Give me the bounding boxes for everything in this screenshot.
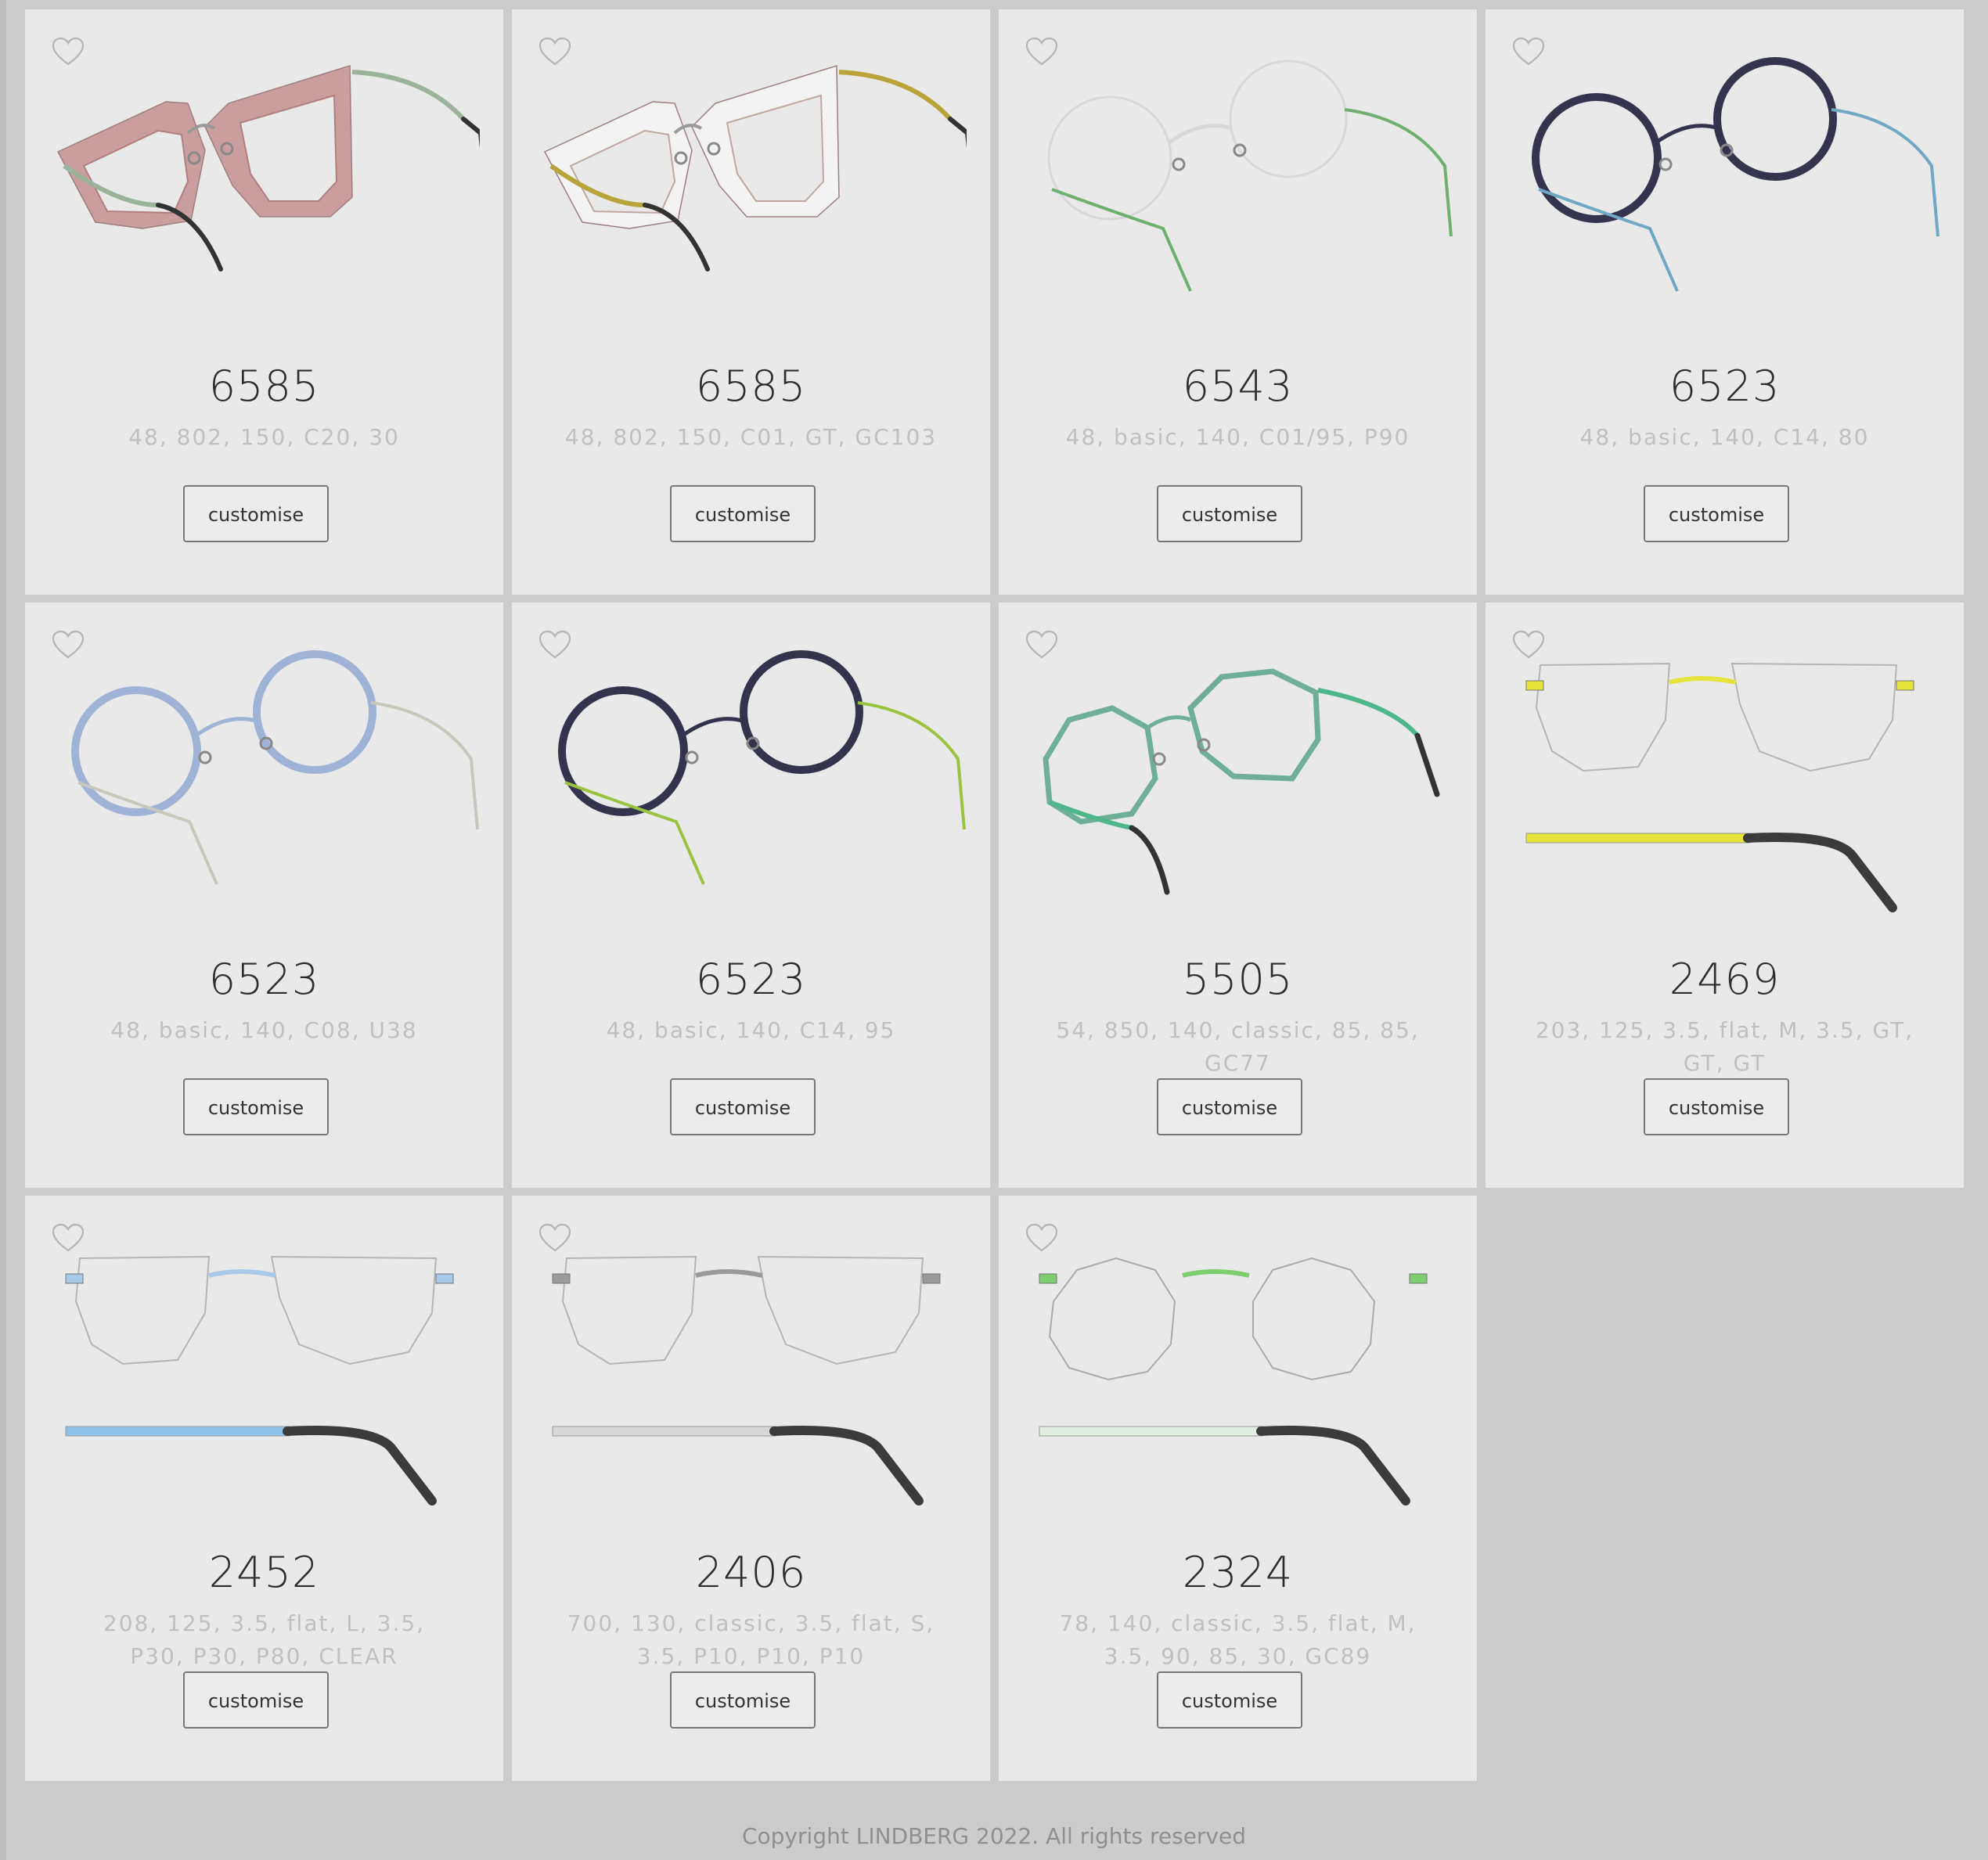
product-specs: 700, 130, classic, 3.5, flat, S, 3.5, P1… xyxy=(567,1610,935,1669)
glasses-frame-image[interactable] xyxy=(49,41,480,338)
customise-button[interactable]: customise xyxy=(1157,1671,1302,1729)
product-card[interactable]: 2452 208, 125, 3.5, flat, L, 3.5, P30, P… xyxy=(25,1196,503,1781)
product-specs: 78, 140, classic, 3.5, flat, M, 3.5, 90,… xyxy=(1059,1610,1417,1669)
product-card[interactable]: 2469 203, 125, 3.5, flat, M, 3.5, GT, GT… xyxy=(1486,603,1964,1188)
customise-button[interactable]: customise xyxy=(670,1078,816,1135)
customise-button[interactable]: customise xyxy=(1157,1078,1302,1135)
product-card[interactable]: 6543 48, basic, 140, C01/95, P90 customi… xyxy=(999,9,1477,595)
customise-button[interactable]: customise xyxy=(1644,1078,1789,1135)
product-card[interactable]: 2406 700, 130, classic, 3.5, flat, S, 3.… xyxy=(512,1196,990,1781)
glasses-frame-image[interactable] xyxy=(49,1227,480,1524)
customise-button[interactable]: customise xyxy=(1157,485,1302,542)
glasses-frame-image[interactable] xyxy=(1022,634,1453,931)
product-card[interactable]: 6585 48, 802, 150, C20, 30 customise xyxy=(25,9,503,595)
product-grid: 6585 48, 802, 150, C20, 30 customise 658… xyxy=(0,0,1988,1800)
footer-copyright: Copyright LINDBERG 2022. All rights rese… xyxy=(742,1823,1246,1849)
customise-button[interactable]: customise xyxy=(670,1671,816,1729)
product-model-number: 6543 xyxy=(1182,362,1294,411)
product-model-number: 2406 xyxy=(695,1548,807,1597)
product-card[interactable]: 6523 48, basic, 140, C14, 95 customise xyxy=(512,603,990,1188)
glasses-frame-image[interactable] xyxy=(1022,1227,1453,1524)
product-card[interactable]: 6585 48, 802, 150, C01, GT, GC103 custom… xyxy=(512,9,990,595)
product-model-number: 2452 xyxy=(208,1548,320,1597)
product-card[interactable]: 6523 48, basic, 140, C14, 80 customise xyxy=(1486,9,1964,595)
glasses-frame-image[interactable] xyxy=(1022,41,1453,338)
product-specs: 48, 802, 150, C20, 30 xyxy=(128,424,400,450)
product-specs: 48, 802, 150, C01, GT, GC103 xyxy=(564,424,938,450)
customise-button[interactable]: customise xyxy=(183,1078,329,1135)
product-specs: 208, 125, 3.5, flat, L, 3.5, P30, P30, P… xyxy=(103,1610,426,1669)
product-specs: 48, basic, 140, C14, 80 xyxy=(1579,424,1870,450)
glasses-frame-image[interactable] xyxy=(535,1227,967,1524)
product-card[interactable]: 2324 78, 140, classic, 3.5, flat, M, 3.5… xyxy=(999,1196,1477,1781)
product-specs: 48, basic, 140, C08, U38 xyxy=(110,1017,418,1043)
product-card[interactable]: 5505 54, 850, 140, classic, 85, 85, GC77… xyxy=(999,603,1477,1188)
product-model-number: 6523 xyxy=(695,955,807,1004)
product-model-number: 5505 xyxy=(1182,955,1294,1004)
glasses-frame-image[interactable] xyxy=(535,41,967,338)
product-specs: 48, basic, 140, C01/95, P90 xyxy=(1065,424,1410,450)
customise-button[interactable]: customise xyxy=(670,485,816,542)
customise-button[interactable]: customise xyxy=(183,485,329,542)
product-model-number: 6585 xyxy=(695,362,807,411)
customise-button[interactable]: customise xyxy=(183,1671,329,1729)
product-model-number: 2469 xyxy=(1669,955,1781,1004)
product-model-number: 6523 xyxy=(1669,362,1781,411)
product-model-number: 6585 xyxy=(208,362,320,411)
glasses-frame-image[interactable] xyxy=(49,634,480,931)
product-model-number: 2324 xyxy=(1182,1548,1294,1597)
product-card[interactable]: 6523 48, basic, 140, C08, U38 customise xyxy=(25,603,503,1188)
product-specs: 203, 125, 3.5, flat, M, 3.5, GT, GT, GT xyxy=(1535,1017,1914,1076)
product-model-number: 6523 xyxy=(208,955,320,1004)
product-specs: 48, basic, 140, C14, 95 xyxy=(606,1017,896,1043)
glasses-frame-image[interactable] xyxy=(1509,41,1940,338)
product-specs: 54, 850, 140, classic, 85, 85, GC77 xyxy=(1056,1017,1420,1076)
glasses-frame-image[interactable] xyxy=(1509,634,1940,931)
glasses-frame-image[interactable] xyxy=(535,634,967,931)
customise-button[interactable]: customise xyxy=(1644,485,1789,542)
